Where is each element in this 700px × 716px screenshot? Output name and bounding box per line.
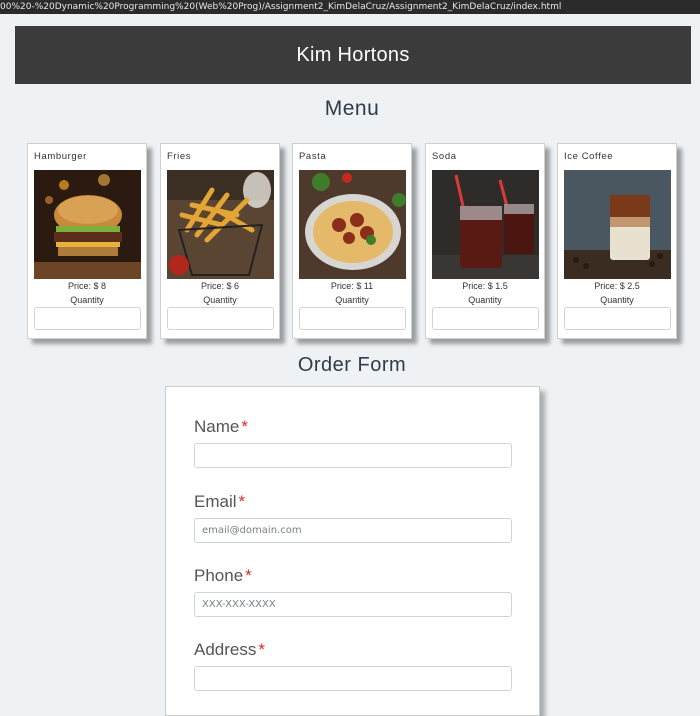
phone-label-text: Phone bbox=[194, 566, 244, 585]
quantity-label: Quantity bbox=[70, 295, 104, 305]
menu-item-price: Price: $ 2.5 bbox=[594, 281, 640, 291]
menu-item-name: Hamburger bbox=[34, 151, 87, 162]
phone-input[interactable] bbox=[194, 592, 512, 617]
pasta-photo bbox=[299, 170, 406, 279]
hamburger-quantity-input[interactable] bbox=[34, 307, 141, 330]
menu-item-price: Price: $ 11 bbox=[330, 281, 374, 291]
name-input[interactable] bbox=[194, 443, 512, 468]
required-marker: * bbox=[241, 417, 248, 436]
quantity-label: Quantity bbox=[468, 295, 502, 305]
menu-card-soda: Soda Price: $ 1.5 Quantity bbox=[425, 143, 545, 339]
menu-item-price: Price: $ 6 bbox=[200, 281, 240, 291]
address-bar-url: 00%20-%20Dynamic%20Programming%20(Web%20… bbox=[0, 2, 562, 12]
menu-item-price: Price: $ 1.5 bbox=[462, 281, 508, 291]
menu-heading: Menu bbox=[324, 97, 380, 120]
required-marker: * bbox=[245, 566, 252, 585]
menu-card-pasta: Pasta Price: $ 11 Quantity bbox=[292, 143, 412, 339]
email-label: Email * bbox=[194, 492, 245, 512]
site-title: Kim Hortons bbox=[296, 43, 410, 66]
fries-quantity-input[interactable] bbox=[167, 307, 274, 330]
menu-item-name: Pasta bbox=[299, 151, 327, 162]
order-form-heading: Order Form bbox=[297, 354, 407, 376]
name-label: Name * bbox=[194, 417, 248, 437]
ice-coffee-photo bbox=[564, 170, 671, 279]
quantity-label: Quantity bbox=[600, 295, 634, 305]
name-label-text: Name bbox=[194, 417, 240, 436]
required-marker: * bbox=[238, 492, 246, 511]
email-input[interactable] bbox=[194, 518, 512, 543]
quantity-label: Quantity bbox=[335, 295, 369, 305]
address-label-text: Address bbox=[194, 640, 257, 659]
required-marker: * bbox=[258, 640, 265, 659]
menu-item-name: Ice Coffee bbox=[564, 151, 614, 162]
menu-item-price: Price: $ 8 bbox=[67, 281, 107, 291]
browser-address-bar[interactable]: 00%20-%20Dynamic%20Programming%20(Web%20… bbox=[0, 0, 700, 14]
menu-card-hamburger: Hamburger Price: $ 8 Quantity bbox=[27, 143, 147, 339]
address-label: Address * bbox=[194, 640, 265, 660]
soda-photo bbox=[432, 170, 539, 279]
quantity-label: Quantity bbox=[203, 295, 237, 305]
pasta-quantity-input[interactable] bbox=[299, 307, 406, 330]
menu-item-name: Soda bbox=[432, 151, 457, 162]
phone-label: Phone * bbox=[194, 566, 252, 586]
address-input[interactable] bbox=[194, 666, 512, 691]
order-form: Name* Email* Phone* Address* bbox=[165, 386, 540, 716]
fries-photo bbox=[167, 170, 274, 279]
hamburger-photo bbox=[34, 170, 141, 279]
ice-coffee-quantity-input[interactable] bbox=[564, 307, 671, 330]
menu-card-ice-coffee: Ice Coffee Price: $ 2.5 Quantity bbox=[557, 143, 677, 339]
soda-quantity-input[interactable] bbox=[432, 307, 539, 330]
email-label-text: Email bbox=[194, 492, 237, 511]
menu-item-name: Fries bbox=[167, 151, 192, 162]
menu-card-fries: Fries Price: $ 6 Quantity bbox=[160, 143, 280, 339]
site-header: Kim Hortons bbox=[15, 26, 691, 84]
